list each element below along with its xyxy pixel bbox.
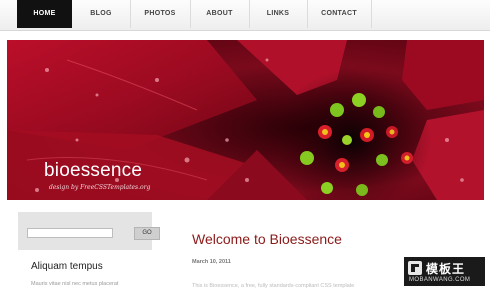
post-date: March 10, 2011 [192, 259, 231, 265]
nav-item-home[interactable]: HOME [17, 0, 72, 28]
post-title[interactable]: Welcome to Bioessence [192, 231, 342, 247]
nav-item-photos[interactable]: PHOTOS [130, 0, 191, 28]
nav-item-contact[interactable]: CONTACT [307, 0, 372, 28]
top-nav: HOME BLOG PHOTOS ABOUT LINKS CONTACT [0, 0, 490, 31]
nav-item-blog[interactable]: BLOG [72, 0, 131, 28]
watermark-cn-text: 模板王 [426, 262, 466, 276]
search-input[interactable] [27, 228, 113, 238]
nav-item-links[interactable]: LINKS [249, 0, 308, 28]
sidebar-text: Mauris vitae nisl nec metus placerat [31, 281, 119, 287]
site-title[interactable]: bioessence [44, 160, 142, 182]
site-watermark: 模板王 MOBANWANG.COM [404, 257, 485, 286]
search-go-button[interactable]: GO [134, 227, 160, 240]
sidebar-heading: Aliquam tempus [31, 261, 103, 272]
site-tagline[interactable]: design by FreeCSSTemplates.org [49, 184, 150, 191]
header-banner: bioessence design by FreeCSSTemplates.or… [7, 40, 484, 200]
watermark-logo-icon [408, 261, 422, 275]
sidebar-search-box: GO [18, 212, 160, 250]
watermark-en-text: MOBANWANG.COM [409, 277, 471, 283]
post-body-preview: This is Bioessence, a free, fully standa… [192, 283, 355, 289]
nav-item-about[interactable]: ABOUT [190, 0, 250, 28]
